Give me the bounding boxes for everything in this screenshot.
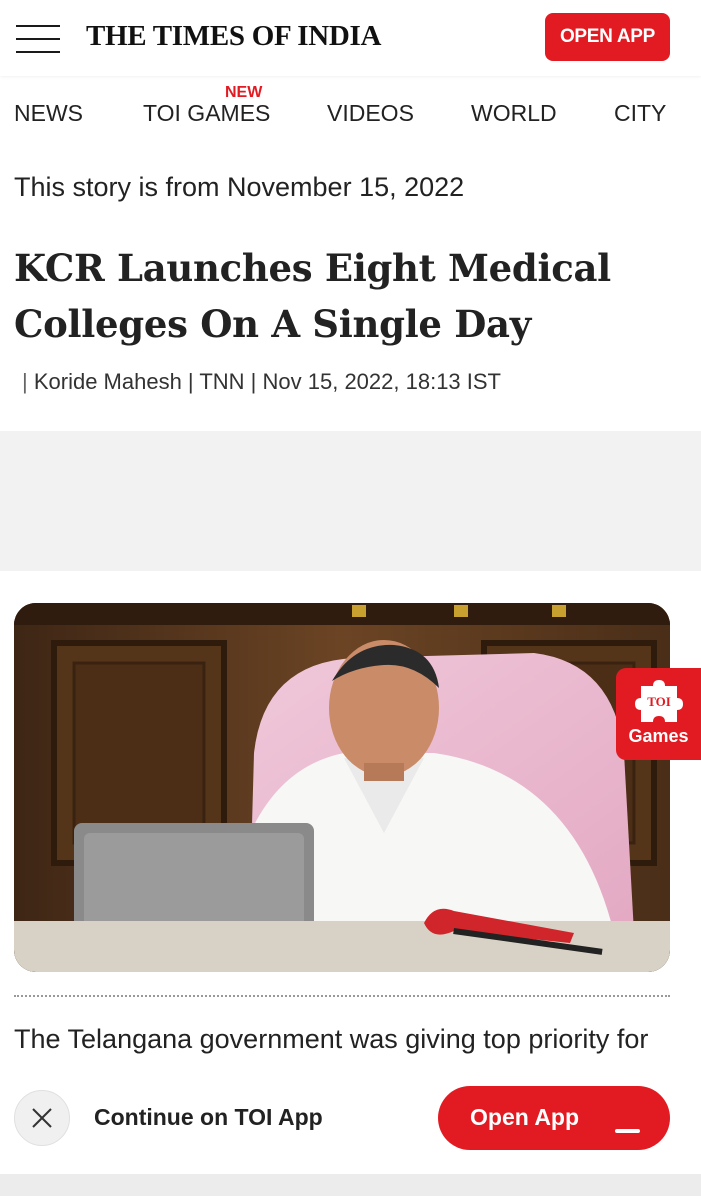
close-promo-button[interactable] — [14, 1090, 70, 1146]
article-byline: | Koride Mahesh | TNN | Nov 15, 2022, 18… — [22, 369, 501, 395]
byline-separator: | — [22, 369, 28, 394]
open-app-button[interactable]: OPEN APP — [545, 13, 670, 61]
toi-games-floating-badge[interactable]: TOI Games — [616, 668, 701, 760]
minimize-icon — [615, 1129, 640, 1133]
nav-item-city[interactable]: CITY — [614, 100, 666, 127]
close-icon — [32, 1108, 52, 1128]
hamburger-menu-icon[interactable] — [16, 25, 60, 53]
open-app-pill-button[interactable]: Open App — [438, 1086, 670, 1150]
footer-strip — [0, 1174, 701, 1196]
nav-item-toi-games[interactable]: TOI GAMES — [143, 100, 270, 127]
games-badge-label: Games — [628, 726, 689, 746]
article-first-paragraph: The Telangana government was giving top … — [14, 1024, 649, 1054]
open-app-pill-label: Open App — [470, 1104, 580, 1130]
continue-on-app-text: Continue on TOI App — [94, 1104, 323, 1130]
site-logo[interactable]: THE TIMES OF INDIA — [86, 20, 381, 53]
main-nav: NEW NEWS TOI GAMES VIDEOS WORLD CITY — [0, 76, 701, 152]
article-headline: KCR Launches Eight Medical Colleges On A… — [14, 246, 611, 346]
story-date-notice: This story is from November 15, 2022 — [14, 172, 465, 202]
puzzle-icon: TOI — [634, 680, 683, 722]
puzzle-icon-text: TOI — [647, 694, 671, 709]
nav-item-videos[interactable]: VIDEOS — [327, 100, 414, 127]
top-header: THE TIMES OF INDIA OPEN APP — [0, 0, 701, 76]
app-promo-bar: Continue on TOI App Open App — [0, 1064, 701, 1174]
article-hero-image[interactable] — [14, 603, 670, 972]
ad-placeholder — [0, 431, 701, 571]
content-divider — [14, 995, 670, 997]
nav-item-world[interactable]: WORLD — [471, 100, 557, 127]
byline-text[interactable]: Koride Mahesh | TNN | Nov 15, 2022, 18:1… — [34, 369, 501, 394]
nav-item-news[interactable]: NEWS — [14, 100, 83, 127]
